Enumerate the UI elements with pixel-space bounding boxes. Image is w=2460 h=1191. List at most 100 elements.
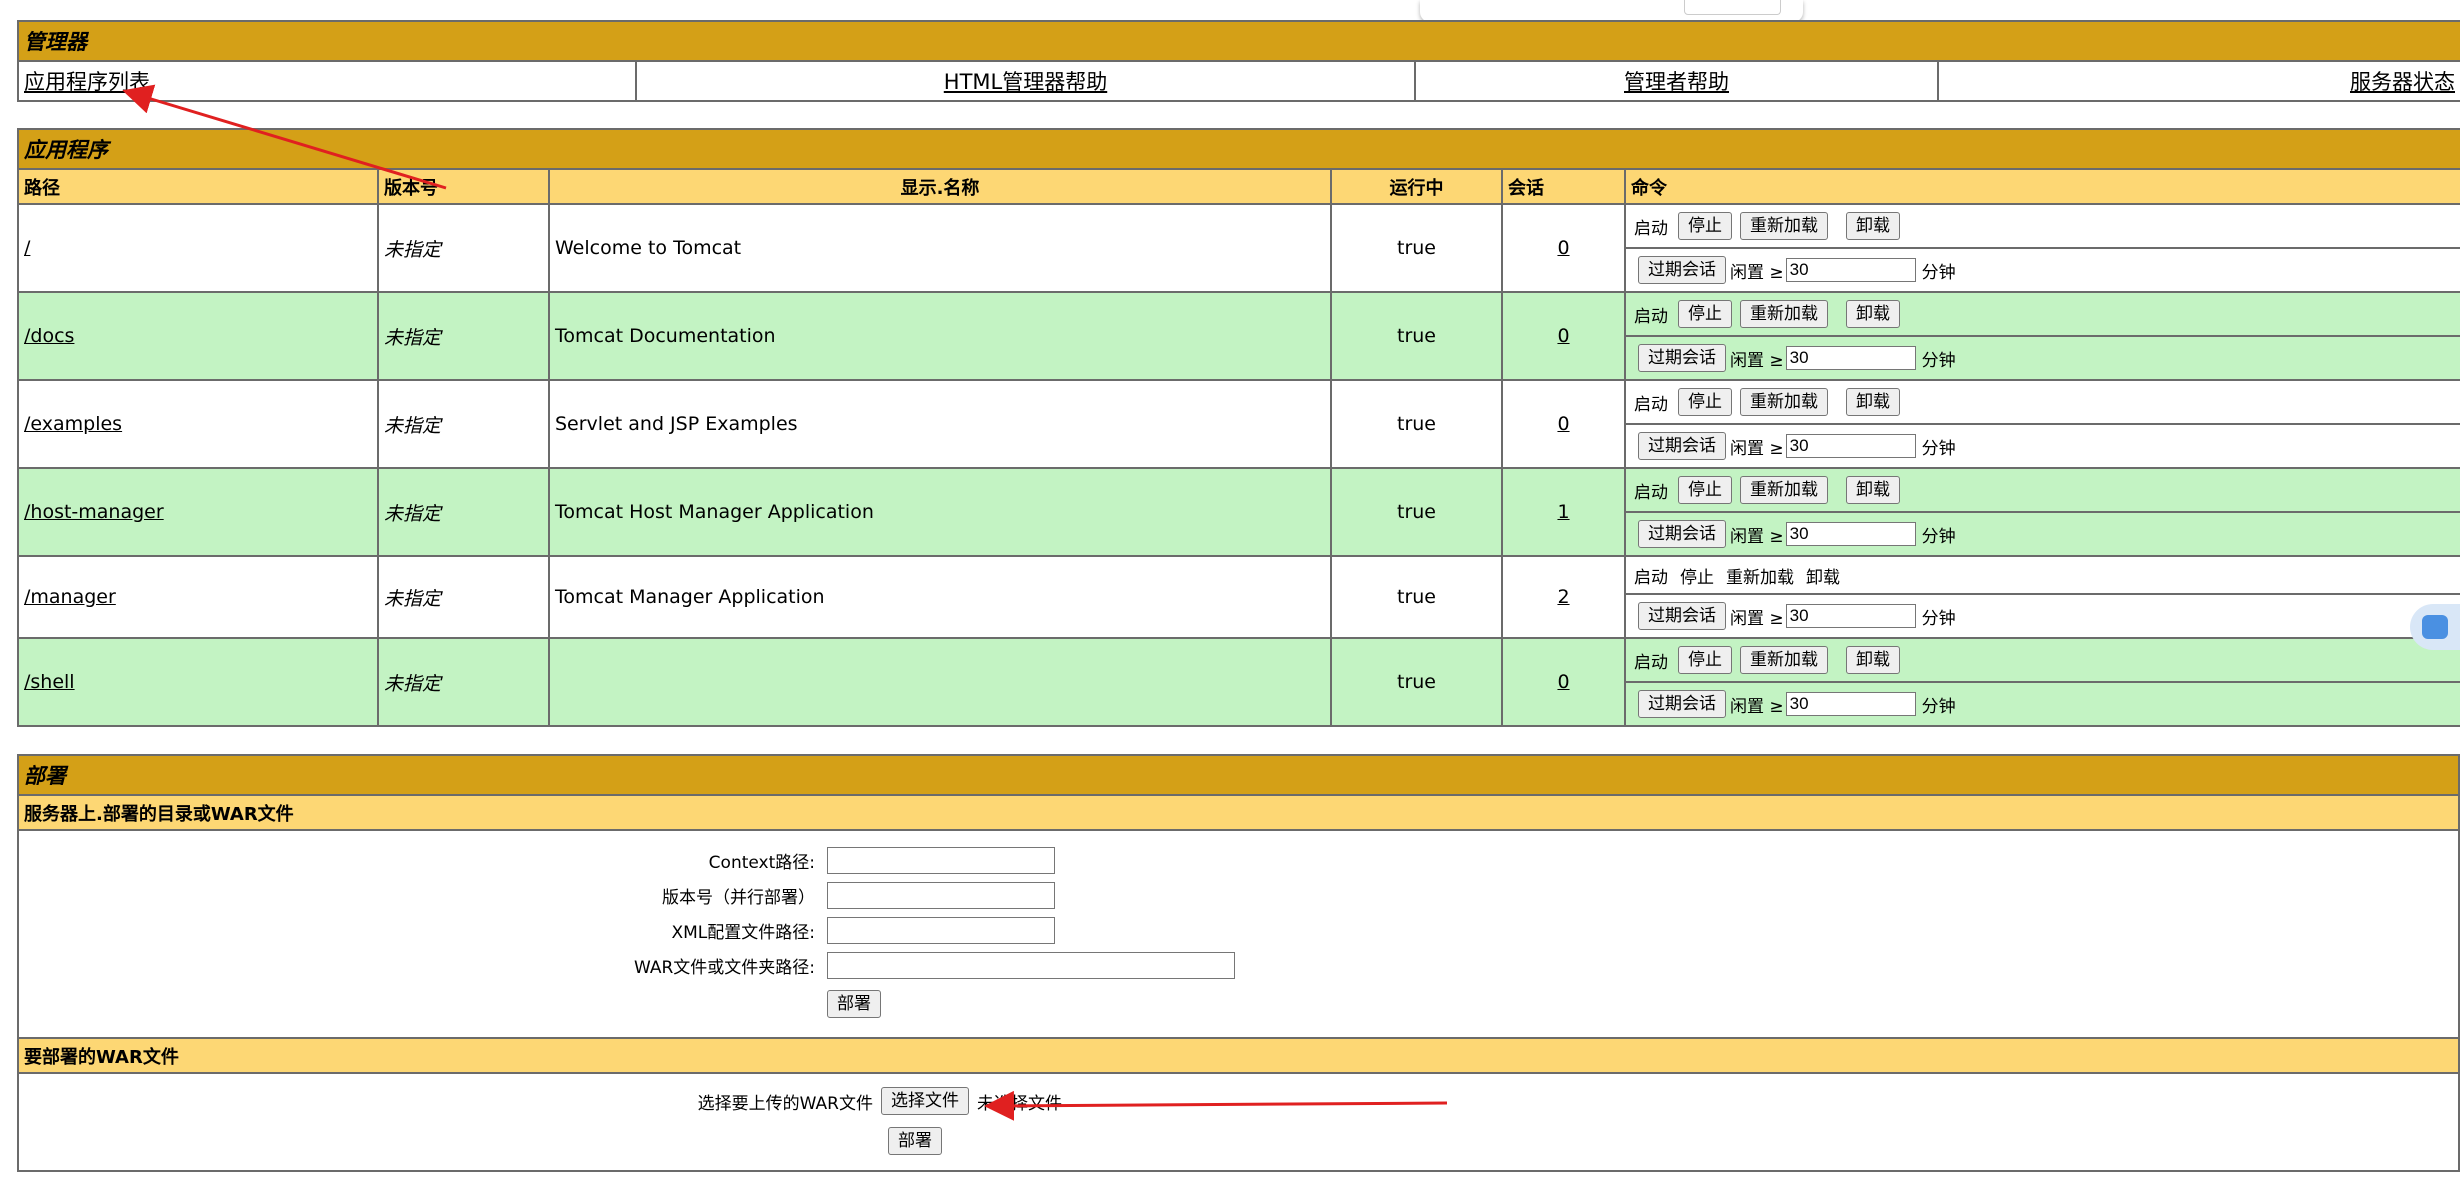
idle-minutes-input[interactable] [1785,604,1916,628]
reload-button[interactable]: 重新加载 [1740,476,1828,504]
start-text: 启动 [1634,394,1668,415]
expire-sessions-button[interactable]: 过期会话 [1638,520,1726,548]
app-version: 未指定 [377,637,550,727]
stop-button[interactable]: 停止 [1678,300,1732,328]
app-path-link[interactable]: /examples [24,413,122,435]
idle-minutes-input[interactable] [1785,692,1916,716]
nav-html-help[interactable]: HTML管理器帮助 [635,60,1416,102]
idle-minutes-input[interactable] [1785,346,1916,370]
idle-label: 闲置 ≥ [1730,350,1784,371]
stop-button[interactable]: 停止 [1678,212,1732,240]
stop-text: 停止 [1680,567,1714,588]
nav-manager-help-link[interactable]: 管理者帮助 [1624,70,1729,94]
idle-minutes-input[interactable] [1785,258,1916,282]
app-sessions-link[interactable]: 0 [1557,325,1569,347]
idle-label: 闲置 ≥ [1730,262,1784,283]
choose-file-button[interactable]: 选择文件 [881,1087,969,1115]
app-running: true [1330,379,1503,469]
war-path-label: WAR文件或文件夹路径: [633,958,815,978]
undeploy-button[interactable]: 卸载 [1846,212,1900,240]
app-path-link[interactable]: / [24,237,30,259]
applications-title: 应用程序 [17,128,2460,170]
col-running: 运行中 [1330,168,1503,205]
idle-minutes-input[interactable] [1785,434,1916,458]
table-row: /examples 未指定 Servlet and JSP Examples t… [17,379,2460,469]
deploy-upload-button[interactable]: 部署 [888,1127,942,1155]
idle-label: 闲置 ≥ [1730,696,1784,717]
server-deploy-section: 服务器上.部署的目录或WAR文件 [17,794,2460,831]
app-path-link[interactable]: /shell [24,671,75,693]
col-display-name: 显示.名称 [548,168,1332,205]
nav-app-list[interactable]: 应用程序列表 [17,60,637,102]
app-sessions-link[interactable]: 0 [1557,671,1569,693]
context-path-input[interactable] [827,847,1055,874]
app-display-name: Servlet and JSP Examples [548,379,1332,469]
app-version: 未指定 [377,467,550,557]
version-label: 版本号（并行部署） [662,888,815,908]
app-version: 未指定 [377,555,550,639]
app-version: 未指定 [377,379,550,469]
idle-minutes-input[interactable] [1785,522,1916,546]
app-path-link[interactable]: /docs [24,325,74,347]
nav-app-list-link[interactable]: 应用程序列表 [24,70,150,94]
start-text: 启动 [1634,218,1668,239]
start-text: 启动 [1634,652,1668,673]
stop-button[interactable]: 停止 [1678,476,1732,504]
col-path: 路径 [17,168,379,205]
nav-html-help-link[interactable]: HTML管理器帮助 [944,70,1107,94]
choose-war-label: 选择要上传的WAR文件 [697,1093,873,1114]
reload-button[interactable]: 重新加载 [1740,646,1828,674]
table-row: /shell 未指定 true 0 启动 停止 重新加载 卸载 过期会话 闲置 … [17,637,2460,727]
version-input[interactable] [827,882,1055,909]
floating-assistant-icon[interactable] [2410,604,2460,650]
app-display-name: Tomcat Documentation [548,291,1332,381]
deploy-server-button[interactable]: 部署 [827,990,881,1018]
table-row: / 未指定 Welcome to Tomcat true 0 启动 停止 重新加… [17,203,2460,293]
xml-config-input[interactable] [827,917,1055,944]
assistant-icon [2422,615,2448,639]
table-row: /host-manager 未指定 Tomcat Host Manager Ap… [17,467,2460,557]
war-path-input[interactable] [827,952,1235,979]
nav-server-status-link[interactable]: 服务器状态 [2350,70,2455,94]
expire-sessions-button[interactable]: 过期会话 [1638,256,1726,284]
start-text: 启动 [1634,482,1668,503]
stop-button[interactable]: 停止 [1678,646,1732,674]
deploy-title: 部署 [17,754,2460,796]
app-path-link[interactable]: /manager [24,586,116,608]
app-sessions-link[interactable]: 1 [1557,501,1569,523]
war-upload-form: 选择要上传的WAR文件 选择文件 未选择文件 部署 [19,1074,2458,1170]
manager-page: 管理器 应用程序列表 HTML管理器帮助 管理者帮助 服务器状态 应用程序 路径… [17,20,2460,1172]
app-running: true [1330,467,1503,557]
xml-config-label: XML配置文件路径: [671,923,815,943]
reload-button[interactable]: 重新加载 [1740,300,1828,328]
undeploy-button[interactable]: 卸载 [1846,476,1900,504]
applications-table: 应用程序 路径 版本号 显示.名称 运行中 会话 命令 / 未指定 Welcom… [17,128,2460,727]
start-text: 启动 [1634,306,1668,327]
reload-button[interactable]: 重新加载 [1740,212,1828,240]
minutes-label: 分钟 [1921,262,1956,283]
stop-button[interactable]: 停止 [1678,388,1732,416]
idle-label: 闲置 ≥ [1730,438,1784,459]
app-sessions-link[interactable]: 0 [1557,413,1569,435]
reload-button[interactable]: 重新加载 [1740,388,1828,416]
expire-sessions-button[interactable]: 过期会话 [1638,690,1726,718]
expire-sessions-button[interactable]: 过期会话 [1638,432,1726,460]
undeploy-button[interactable]: 卸载 [1846,300,1900,328]
col-commands: 命令 [1624,168,2460,205]
table-row: /manager 未指定 Tomcat Manager Application … [17,555,2460,639]
manager-table: 管理器 应用程序列表 HTML管理器帮助 管理者帮助 服务器状态 [17,20,2460,102]
expire-sessions-button[interactable]: 过期会话 [1638,602,1726,630]
nav-manager-help[interactable]: 管理者帮助 [1414,60,1939,102]
col-version: 版本号 [377,168,550,205]
expire-sessions-button[interactable]: 过期会话 [1638,344,1726,372]
nav-server-status[interactable]: 服务器状态 [1937,60,2460,102]
popup-button-edge[interactable] [1684,0,1781,15]
app-display-name [548,637,1332,727]
app-sessions-link[interactable]: 0 [1557,237,1569,259]
app-sessions-link[interactable]: 2 [1557,586,1569,608]
app-path-link[interactable]: /host-manager [24,501,164,523]
app-display-name: Welcome to Tomcat [548,203,1332,293]
undeploy-button[interactable]: 卸载 [1846,388,1900,416]
undeploy-button[interactable]: 卸载 [1846,646,1900,674]
no-file-text: 未选择文件 [977,1093,1062,1114]
